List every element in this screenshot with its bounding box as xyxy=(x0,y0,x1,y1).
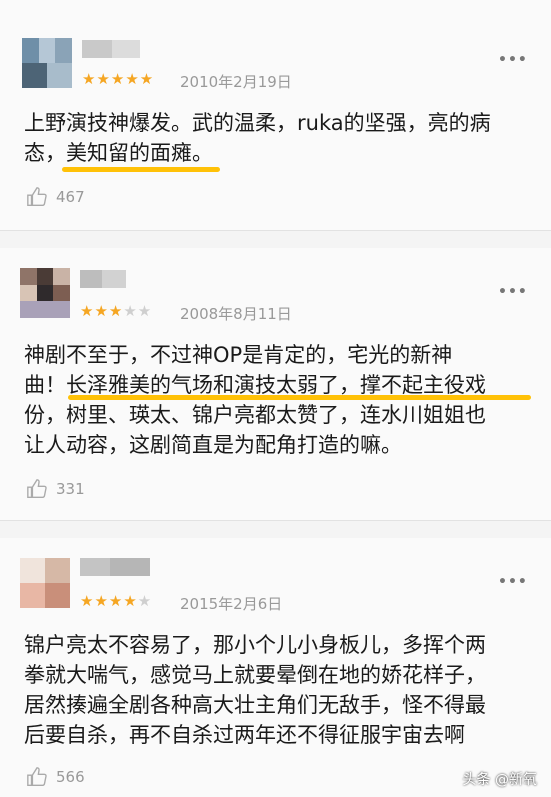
review-text: 锦户亮太不容易了，那小个儿小身板儿，多挥个两 拳就大喘气，感觉马上就要晕倒在地的… xyxy=(24,630,534,750)
more-options-icon[interactable]: ••• xyxy=(498,284,528,300)
review-text-line: 拳就大喘气，感觉马上就要晕倒在地的娇花样子， xyxy=(24,663,486,687)
review-text-line: 上野演技神爆发。武的温柔，ruka的坚强，亮的病 xyxy=(24,111,491,135)
review-text-line: 态，美知留的面瘫。 xyxy=(24,141,213,165)
more-options-icon[interactable]: ••• xyxy=(498,52,528,68)
like-count: 566 xyxy=(56,768,85,786)
like-button[interactable]: 566 xyxy=(26,766,85,788)
avatar[interactable] xyxy=(22,38,72,88)
review-date: 2010年2月19日 xyxy=(180,73,292,91)
review-text: 上野演技神爆发。武的温柔，ruka的坚强，亮的病 态，美知留的面瘫。 xyxy=(24,108,534,168)
review-text-line: 神剧不至于，不过神OP是肯定的，宅光的新神 xyxy=(24,343,453,367)
avatar[interactable] xyxy=(20,268,70,318)
review-date: 2015年2月6日 xyxy=(180,595,283,613)
rating-stars: ★★★★★ xyxy=(82,70,155,88)
rating-stars: ★★★★★ xyxy=(80,592,153,610)
review-date: 2008年8月11日 xyxy=(180,305,292,323)
review-text-line: 锦户亮太不容易了，那小个儿小身板儿，多挥个两 xyxy=(24,633,486,657)
review-text-line: 后要自杀，再不自杀过两年还不得征服宇宙去啊 xyxy=(24,723,465,747)
thumbs-up-icon xyxy=(27,767,47,786)
like-button[interactable]: 331 xyxy=(26,478,85,500)
thumbs-up-icon xyxy=(27,187,47,206)
review-text-line: 让人动容，这剧简直是为配角打造的嘛。 xyxy=(24,433,402,457)
review-card: ★★★★★ 2008年8月11日 ••• 神剧不至于，不过神OP是肯定的，宅光的… xyxy=(0,248,551,521)
username-blurred[interactable] xyxy=(82,40,140,58)
review-card: ★★★★★ 2010年2月19日 ••• 上野演技神爆发。武的温柔，ruka的坚… xyxy=(0,0,551,231)
highlight-underline xyxy=(68,395,531,400)
avatar[interactable] xyxy=(20,558,70,608)
review-text-line: 居然揍遍全剧各种高大壮主角们无敌手，怪不得最 xyxy=(24,693,486,717)
like-count: 331 xyxy=(56,480,85,498)
watermark: 头条 @新氧 xyxy=(462,772,537,788)
more-options-icon[interactable]: ••• xyxy=(498,574,528,590)
rating-stars: ★★★★★ xyxy=(80,302,153,320)
highlight-underline xyxy=(62,167,220,172)
review-text: 神剧不至于，不过神OP是肯定的，宅光的新神 曲！长泽雅美的气场和演技太弱了，撑不… xyxy=(24,340,534,460)
like-count: 467 xyxy=(56,188,85,206)
like-button[interactable]: 467 xyxy=(26,186,85,208)
username-blurred[interactable] xyxy=(80,270,126,288)
username-blurred[interactable] xyxy=(80,558,150,576)
review-card: ★★★★★ 2015年2月6日 ••• 锦户亮太不容易了，那小个儿小身板儿，多挥… xyxy=(0,538,551,797)
thumbs-up-icon xyxy=(27,479,47,498)
review-text-line: 份，树里、瑛太、锦户亮都太赞了，连水川姐姐也 xyxy=(24,403,486,427)
